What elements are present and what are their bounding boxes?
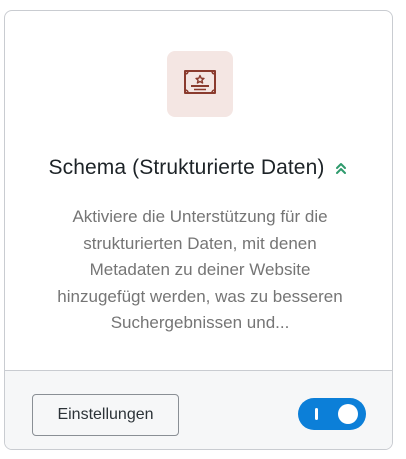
- module-title-row: Schema (Strukturierte Daten): [5, 156, 392, 180]
- card-footer: Einstellungen: [5, 370, 392, 449]
- module-title: Schema (Strukturierte Daten): [48, 156, 325, 179]
- toggle-knob: [338, 404, 358, 424]
- module-card: Schema (Strukturierte Daten) Aktiviere d…: [4, 10, 393, 450]
- certificate-icon: [181, 67, 219, 102]
- toggle-on-indicator: [315, 408, 318, 420]
- double-chevron-up-icon: [334, 160, 348, 176]
- module-toggle[interactable]: [298, 398, 366, 430]
- settings-button[interactable]: Einstellungen: [32, 394, 179, 436]
- module-icon-tile: [167, 51, 233, 117]
- module-description: Aktiviere die Unterstützung für die stru…: [57, 207, 343, 332]
